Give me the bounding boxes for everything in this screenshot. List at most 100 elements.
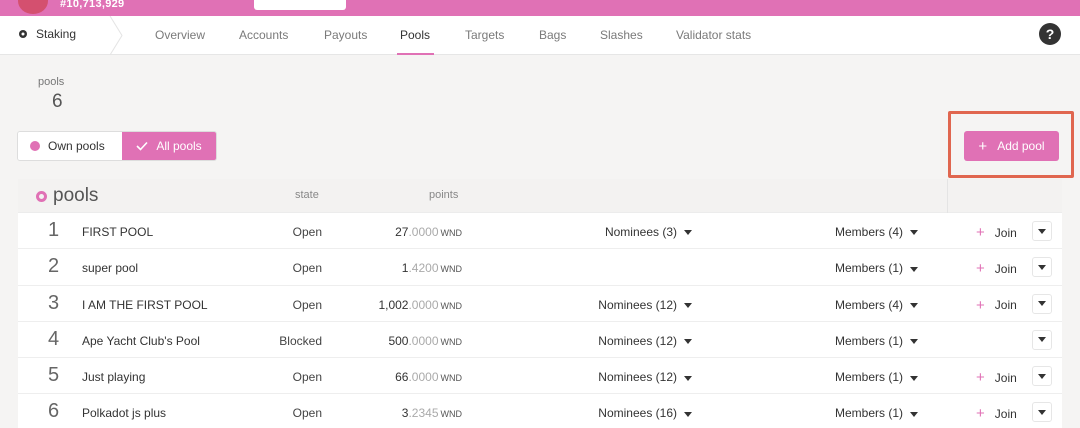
pool-id: 4 xyxy=(48,327,60,350)
nominees-dropdown[interactable]: Nominees (12) xyxy=(598,370,692,384)
pool-state: Open xyxy=(292,370,322,385)
nominees-dropdown[interactable]: Nominees (16) xyxy=(598,406,692,420)
row-menu-button[interactable] xyxy=(1032,257,1052,278)
tab-validator-stats[interactable]: Validator stats xyxy=(676,28,751,42)
plus-icon: + xyxy=(976,260,985,278)
caret-down-icon xyxy=(684,230,692,236)
caret-down-icon xyxy=(1038,228,1046,234)
pool-points: 1,002.0000 WND xyxy=(378,297,462,312)
members-dropdown[interactable]: Members (1) xyxy=(835,334,918,348)
caret-down-icon xyxy=(684,375,692,381)
pool-name: I AM THE FIRST POOL xyxy=(82,297,208,312)
plus-icon: + xyxy=(976,296,985,314)
caret-down-icon xyxy=(910,375,918,381)
caret-down-icon xyxy=(1038,337,1046,343)
staking-icon xyxy=(19,30,27,38)
pool-id: 3 xyxy=(48,291,60,314)
members-dropdown[interactable]: Members (1) xyxy=(835,370,918,384)
pool-state: Open xyxy=(292,406,322,421)
row-menu-button[interactable] xyxy=(1032,329,1052,350)
row-menu-button[interactable] xyxy=(1032,366,1052,387)
plus-icon: + xyxy=(976,405,985,423)
pool-id: 6 xyxy=(48,400,60,423)
table-row: 2 super pool Open 1.4200 WND Members (1) … xyxy=(18,249,1062,286)
tab-accounts[interactable]: Accounts xyxy=(239,28,288,42)
table-row: 6 Polkadot js plus Open 3.2345 WND Nomine… xyxy=(18,394,1062,428)
tab-targets[interactable]: Targets xyxy=(465,28,504,42)
join-button[interactable]: + Join xyxy=(976,260,1017,277)
pool-points: 3.2345 WND xyxy=(401,406,462,421)
help-icon[interactable]: ? xyxy=(1039,23,1061,45)
members-dropdown[interactable]: Members (4) xyxy=(835,225,918,239)
pool-id: 2 xyxy=(48,255,60,278)
tab-slashes[interactable]: Slashes xyxy=(600,28,643,42)
block-number: #10,713,929 xyxy=(60,0,125,10)
pool-points: 66.0000 WND xyxy=(395,370,462,385)
tab-payouts[interactable]: Payouts xyxy=(324,28,367,42)
own-pools-option[interactable]: Own pools xyxy=(18,132,122,160)
table-row: 5 Just playing Open 66.0000 WND Nominees … xyxy=(18,358,1062,395)
add-pool-button[interactable]: + Add pool xyxy=(964,131,1059,161)
nominees-dropdown[interactable]: Nominees (3) xyxy=(605,225,692,239)
table-header: pools state points xyxy=(18,179,1062,213)
top-account-box[interactable] xyxy=(254,0,346,10)
all-pools-label: All pools xyxy=(156,139,202,153)
caret-down-icon xyxy=(910,230,918,236)
nominees-dropdown[interactable]: Nominees (12) xyxy=(598,334,692,348)
caret-down-icon xyxy=(1038,301,1046,307)
caret-down-icon xyxy=(1038,264,1046,270)
nominees-dropdown[interactable]: Nominees (12) xyxy=(598,298,692,312)
pool-name: Polkadot js plus xyxy=(82,406,167,421)
pool-id: 1 xyxy=(48,219,60,241)
pool-filter-toggle: Own pools All pools xyxy=(17,131,217,161)
join-button[interactable]: + Join xyxy=(976,224,1017,241)
chain-logo-icon[interactable] xyxy=(18,0,48,14)
join-button[interactable]: + Join xyxy=(976,405,1017,422)
menu-bar: Staking Overview Accounts Payouts Pools … xyxy=(0,16,1080,55)
plus-icon: + xyxy=(978,137,988,155)
row-menu-button[interactable] xyxy=(1032,402,1052,423)
section-staking[interactable]: Staking xyxy=(18,27,76,41)
caret-down-icon xyxy=(1038,373,1046,379)
pools-table: pools state points 1 FIRST POOL Open 27.… xyxy=(18,179,1062,428)
column-state: state xyxy=(295,189,319,201)
pool-name: super pool xyxy=(82,261,139,276)
active-tab-indicator xyxy=(397,53,434,55)
pool-id: 5 xyxy=(48,364,60,387)
join-button[interactable]: + Join xyxy=(976,369,1017,386)
pool-points: 27.0000 WND xyxy=(395,225,462,239)
add-pool-label: Add pool xyxy=(997,139,1045,153)
members-dropdown[interactable]: Members (4) xyxy=(835,298,918,312)
pool-name: Ape Yacht Club's Pool xyxy=(82,333,200,348)
caret-down-icon xyxy=(684,339,692,345)
table-row: 3 I AM THE FIRST POOL Open 1,002.0000 WND… xyxy=(18,285,1062,322)
pool-state: Blocked xyxy=(279,333,322,348)
pool-state: Open xyxy=(292,261,322,276)
pool-name: Just playing xyxy=(82,370,146,385)
column-points: points xyxy=(429,189,459,201)
row-menu-button[interactable] xyxy=(1032,293,1052,314)
summary-label: pools xyxy=(38,76,65,88)
members-dropdown[interactable]: Members (1) xyxy=(835,406,918,420)
all-pools-option[interactable]: All pools xyxy=(122,132,216,160)
caret-down-icon xyxy=(910,339,918,345)
tab-bags[interactable]: Bags xyxy=(539,28,566,42)
table-row: 4 Ape Yacht Club's Pool Blocked 500.0000… xyxy=(18,321,1062,359)
caret-down-icon xyxy=(910,266,918,272)
pool-points: 500.0000 WND xyxy=(388,333,462,348)
caret-down-icon xyxy=(684,411,692,417)
caret-down-icon xyxy=(910,302,918,308)
row-menu-button[interactable] xyxy=(1032,221,1052,241)
summary-value: 6 xyxy=(52,91,63,112)
table-row: 1 FIRST POOL Open 27.0000 WND Nominees (3… xyxy=(18,213,1062,250)
plus-icon: + xyxy=(976,369,985,387)
section-divider-icon xyxy=(109,16,123,55)
pool-state: Open xyxy=(292,225,322,239)
caret-down-icon xyxy=(910,411,918,417)
members-dropdown[interactable]: Members (1) xyxy=(835,261,918,275)
join-button[interactable]: + Join xyxy=(976,297,1017,314)
caret-down-icon xyxy=(1038,409,1046,415)
tab-pools[interactable]: Pools xyxy=(400,28,430,42)
header-divider xyxy=(947,179,948,213)
tab-overview[interactable]: Overview xyxy=(155,28,205,42)
